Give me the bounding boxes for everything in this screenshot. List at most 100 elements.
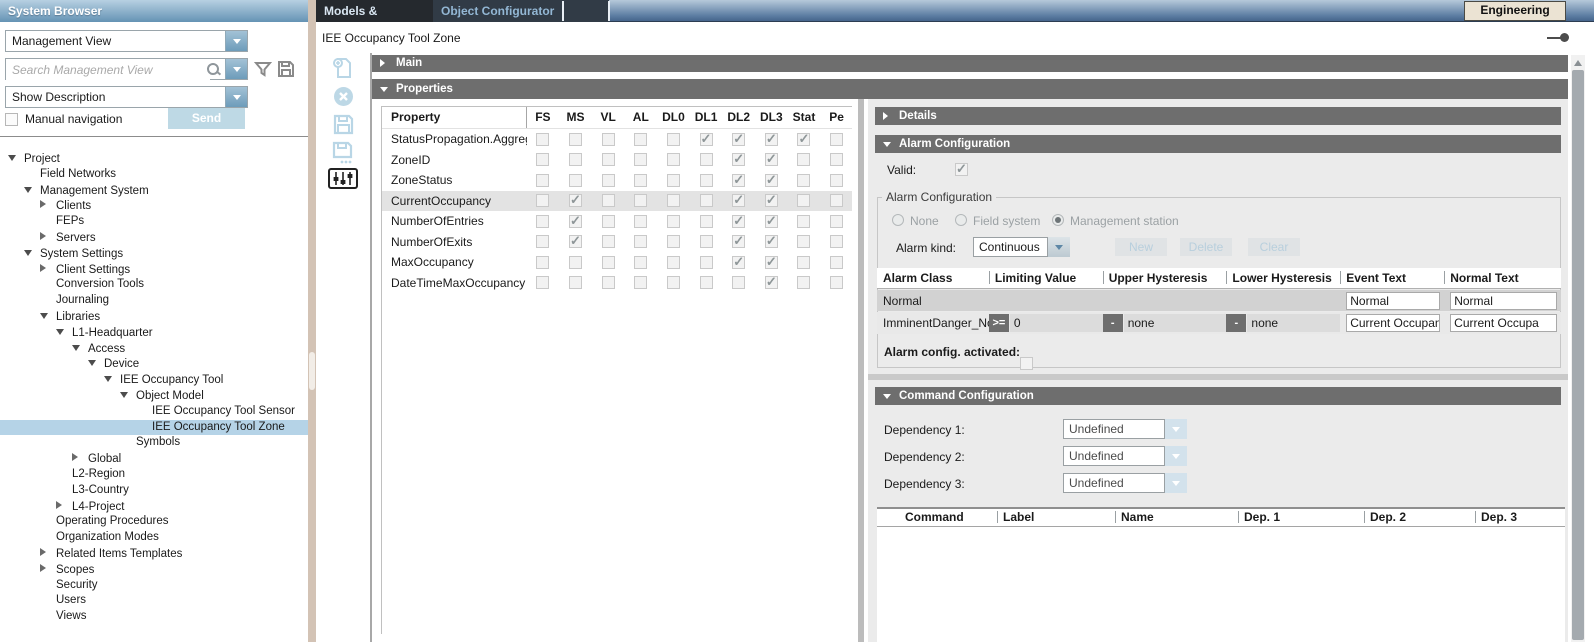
property-checkbox[interactable] — [830, 276, 843, 289]
chevron-down-icon[interactable] — [56, 325, 72, 341]
tree-item-operating-procedures[interactable]: Operating Procedures — [0, 514, 308, 530]
tree-item-project[interactable]: Project — [0, 151, 308, 167]
scrollbar-thumb[interactable] — [1572, 70, 1584, 640]
chevron-down-icon[interactable] — [24, 183, 40, 199]
property-checkbox[interactable] — [797, 133, 810, 146]
property-checkbox[interactable] — [667, 174, 680, 187]
chevron-right-icon[interactable] — [56, 499, 72, 515]
property-checkbox[interactable] — [634, 256, 647, 269]
section-command-configuration[interactable]: Command Configuration — [875, 387, 1561, 405]
chevron-right-icon[interactable] — [40, 262, 56, 278]
property-checkbox[interactable] — [667, 276, 680, 289]
property-checkbox[interactable] — [765, 174, 778, 187]
property-checkbox[interactable] — [569, 256, 582, 269]
property-checkbox[interactable] — [830, 133, 843, 146]
property-checkbox[interactable] — [765, 235, 778, 248]
chevron-down-icon[interactable] — [104, 372, 120, 388]
send-button[interactable]: Send — [168, 108, 245, 129]
property-checkbox[interactable] — [765, 153, 778, 166]
description-selector-dropdown[interactable]: Show Description — [5, 86, 248, 108]
property-row-numberofentries[interactable]: NumberOfEntries — [382, 211, 853, 232]
property-checkbox[interactable] — [602, 235, 615, 248]
inner-splitter[interactable] — [858, 99, 864, 642]
new-document-button[interactable] — [316, 57, 370, 83]
property-checkbox[interactable] — [732, 153, 745, 166]
event-text-input[interactable]: Normal — [1346, 292, 1440, 310]
property-checkbox[interactable] — [700, 276, 713, 289]
save-button[interactable] — [316, 114, 370, 140]
radio-none[interactable] — [892, 214, 904, 226]
search-input[interactable] — [6, 59, 210, 81]
tree-item-security[interactable]: Security — [0, 578, 308, 594]
operator-badge[interactable]: - — [1226, 314, 1246, 332]
property-checkbox[interactable] — [797, 235, 810, 248]
normal-text-input[interactable]: Current Occupa — [1450, 314, 1557, 332]
view-selector-dropdown[interactable]: Management View — [5, 30, 248, 52]
property-checkbox[interactable] — [797, 174, 810, 187]
property-checkbox[interactable] — [830, 194, 843, 207]
save-as-button[interactable] — [316, 141, 370, 167]
property-row-zonestatus[interactable]: ZoneStatus — [382, 170, 853, 191]
filter-icon[interactable] — [254, 60, 272, 78]
property-checkbox[interactable] — [765, 276, 778, 289]
property-checkbox[interactable] — [634, 174, 647, 187]
tab-models-functions[interactable]: Models & Functions — [316, 0, 433, 22]
chevron-right-icon[interactable] — [40, 198, 56, 214]
property-checkbox[interactable] — [797, 153, 810, 166]
alarm-row-imminentdanger-noac[interactable]: ImminentDanger_NoAc>=0-none-noneCurrent … — [877, 312, 1561, 334]
property-checkbox[interactable] — [536, 276, 549, 289]
property-checkbox[interactable] — [700, 194, 713, 207]
property-checkbox[interactable] — [700, 133, 713, 146]
filter-settings-button[interactable] — [316, 168, 370, 194]
property-checkbox[interactable] — [569, 153, 582, 166]
tree-item-feps[interactable]: FEPs — [0, 214, 308, 230]
normal-text-input[interactable]: Normal — [1450, 292, 1557, 310]
property-checkbox[interactable] — [667, 194, 680, 207]
property-checkbox[interactable] — [830, 235, 843, 248]
limit-value[interactable]: 0 — [1010, 314, 1103, 332]
property-checkbox[interactable] — [536, 215, 549, 228]
chevron-right-icon[interactable] — [72, 451, 88, 467]
alarm-row-normal[interactable]: NormalNormalNormal — [877, 290, 1561, 311]
property-checkbox[interactable] — [732, 194, 745, 207]
property-checkbox[interactable] — [765, 133, 778, 146]
clear-button[interactable]: Clear — [1248, 238, 1300, 256]
property-checkbox[interactable] — [536, 194, 549, 207]
property-checkbox[interactable] — [634, 194, 647, 207]
chevron-right-icon[interactable] — [40, 230, 56, 246]
property-checkbox[interactable] — [732, 133, 745, 146]
property-row-datetimemaxoccupancy[interactable]: DateTimeMaxOccupancy — [382, 273, 853, 294]
property-checkbox[interactable] — [569, 174, 582, 187]
tree-item-users[interactable]: Users — [0, 593, 308, 609]
property-checkbox[interactable] — [634, 235, 647, 248]
property-checkbox[interactable] — [602, 256, 615, 269]
tree-item-l4-project[interactable]: L4-Project — [0, 499, 308, 515]
section-properties[interactable]: Properties — [372, 79, 1568, 99]
tree-item-libraries[interactable]: Libraries — [0, 309, 308, 325]
property-row-statuspropagation-aggregat[interactable]: StatusPropagation.Aggregat — [382, 129, 853, 150]
property-checkbox[interactable] — [569, 276, 582, 289]
property-checkbox[interactable] — [569, 235, 582, 248]
lower-value[interactable]: none — [1247, 314, 1340, 332]
tree-item-related-items-templates[interactable]: Related Items Templates — [0, 546, 308, 562]
pin-icon[interactable] — [1547, 33, 1571, 43]
chevron-down-icon[interactable] — [40, 309, 56, 325]
property-checkbox[interactable] — [634, 276, 647, 289]
alarm-config-activated-checkbox[interactable] — [1020, 357, 1033, 370]
property-checkbox[interactable] — [700, 174, 713, 187]
property-checkbox[interactable] — [569, 194, 582, 207]
search-icon[interactable] — [206, 62, 220, 76]
property-checkbox[interactable] — [700, 153, 713, 166]
tree-item-client-settings[interactable]: Client Settings — [0, 262, 308, 278]
property-row-maxoccupancy[interactable]: MaxOccupancy — [382, 252, 853, 273]
alarm-kind-dropdown[interactable]: Continuous — [973, 237, 1048, 257]
event-text-input[interactable]: Current Occupancy Exc — [1346, 314, 1440, 332]
cancel-button[interactable] — [316, 86, 370, 112]
property-checkbox[interactable] — [732, 215, 745, 228]
property-checkbox[interactable] — [602, 153, 615, 166]
property-checkbox[interactable] — [732, 276, 745, 289]
operator-badge[interactable]: - — [1103, 314, 1123, 332]
chevron-down-icon[interactable] — [88, 356, 104, 372]
chevron-down-icon[interactable] — [24, 246, 40, 262]
engineering-mode-button[interactable]: Engineering — [1464, 1, 1566, 21]
